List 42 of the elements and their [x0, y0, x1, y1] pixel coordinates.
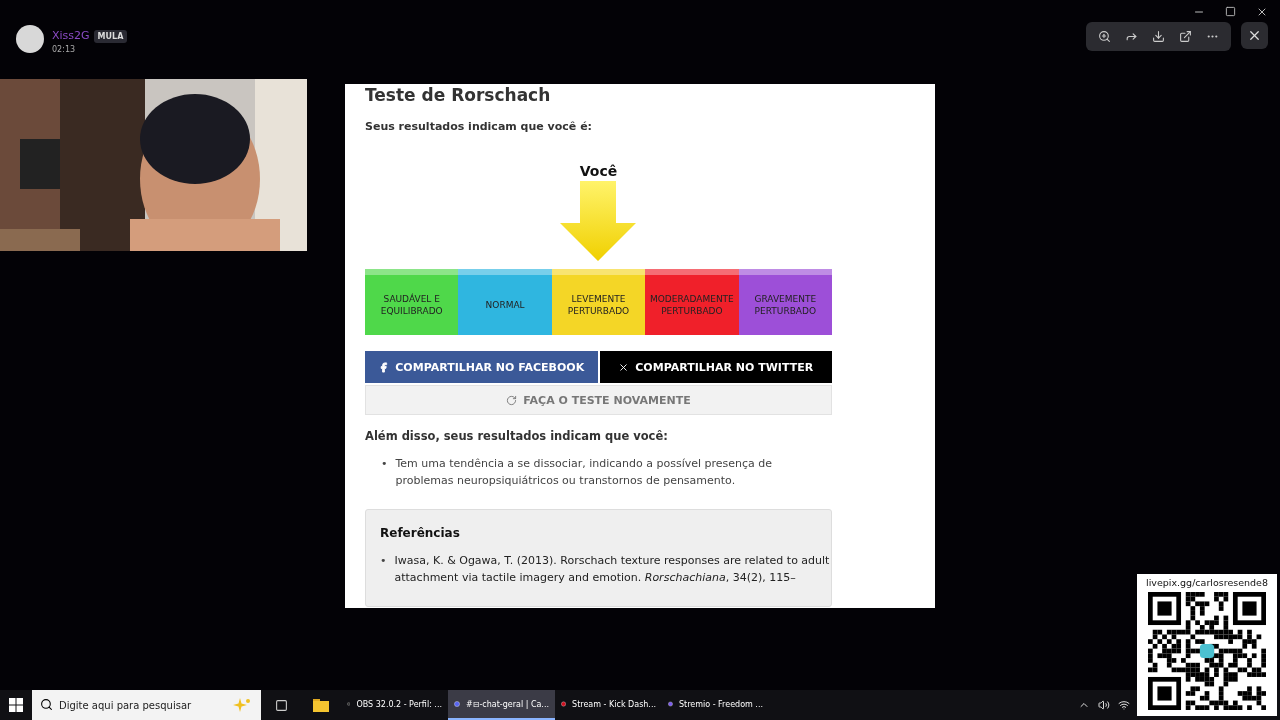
reference-text: Iwasa, K. & Ogawa, T. (2013). Rorschach texture responses are related to adult attachment via tactile imagery and emotion. Rorschachiana, 34(2), 115– — [394, 553, 831, 586]
scale-level: GRAVEMENTE PERTURBADO — [738, 269, 832, 335]
intro-text: Seus resultados indicam que você é: — [365, 120, 593, 133]
scale-level: SAUDÁVEL E EQUILIBRADO — [365, 269, 459, 335]
page-title: Teste de Rorschach — [365, 84, 552, 106]
taskbar-search-field[interactable]: Digite aqui para pesquisar — [32, 690, 261, 720]
user-avatar — [16, 25, 44, 53]
role-badge: MULA — [93, 30, 128, 43]
close-icon — [1247, 28, 1262, 43]
bullet: • — [381, 456, 388, 472]
taskbar-app[interactable]: OBS 32.0.2 - Perfil: ... — [341, 690, 448, 720]
sparkle-icon — [233, 698, 251, 712]
maximize-icon[interactable] — [1225, 6, 1236, 17]
close-button[interactable] — [1241, 22, 1268, 49]
retry-button[interactable]: FAÇA O TESTE NOVAMENTE — [365, 385, 832, 415]
scale-level: MODERADAMENTE PERTURBADO — [645, 269, 739, 335]
author-name: Xiss2G — [52, 29, 90, 42]
facebook-icon — [378, 361, 390, 373]
scale-level: NORMAL — [458, 269, 552, 335]
post-time: 02:13 — [52, 45, 77, 54]
network-icon[interactable] — [1118, 699, 1130, 711]
open-external-icon[interactable] — [1177, 28, 1194, 45]
references-heading: Referências — [380, 526, 461, 540]
windows-logo-icon — [9, 698, 23, 712]
zoom-in-icon[interactable] — [1096, 28, 1113, 45]
section-heading: Além disso, seus resultados indicam que você: — [365, 429, 669, 443]
search-icon — [40, 698, 53, 711]
scale-level: LEVEMENTE PERTURBADO — [551, 269, 646, 335]
facebook-share-button[interactable]: COMPARTILHAR NO FACEBOOK — [365, 351, 598, 383]
close-icon[interactable] — [1256, 6, 1268, 18]
taskbar-app[interactable]: Stremio - Freedom ... — [662, 690, 769, 720]
finding-text: Tem uma tendência a se dissociar, indicando a possível presença de problemas neuropsiquiátricos ou transtornos de pensamento. — [395, 456, 774, 489]
reload-icon — [506, 394, 518, 406]
download-icon[interactable] — [1150, 28, 1167, 45]
twitter-share-button[interactable]: COMPARTILHAR NO TWITTER — [599, 351, 832, 383]
bullet: • — [380, 553, 387, 569]
taskbar-app[interactable]: #⊟-chat-geral | Ca... — [448, 690, 555, 720]
volume-icon[interactable] — [1098, 699, 1110, 711]
donation-url: livepix.gg/carlosresende8 — [1146, 577, 1268, 588]
marker-label: Você — [579, 163, 618, 179]
x-logo-icon — [618, 361, 630, 373]
taskbar-app[interactable]: Stream - Kick Dash... — [555, 690, 662, 720]
